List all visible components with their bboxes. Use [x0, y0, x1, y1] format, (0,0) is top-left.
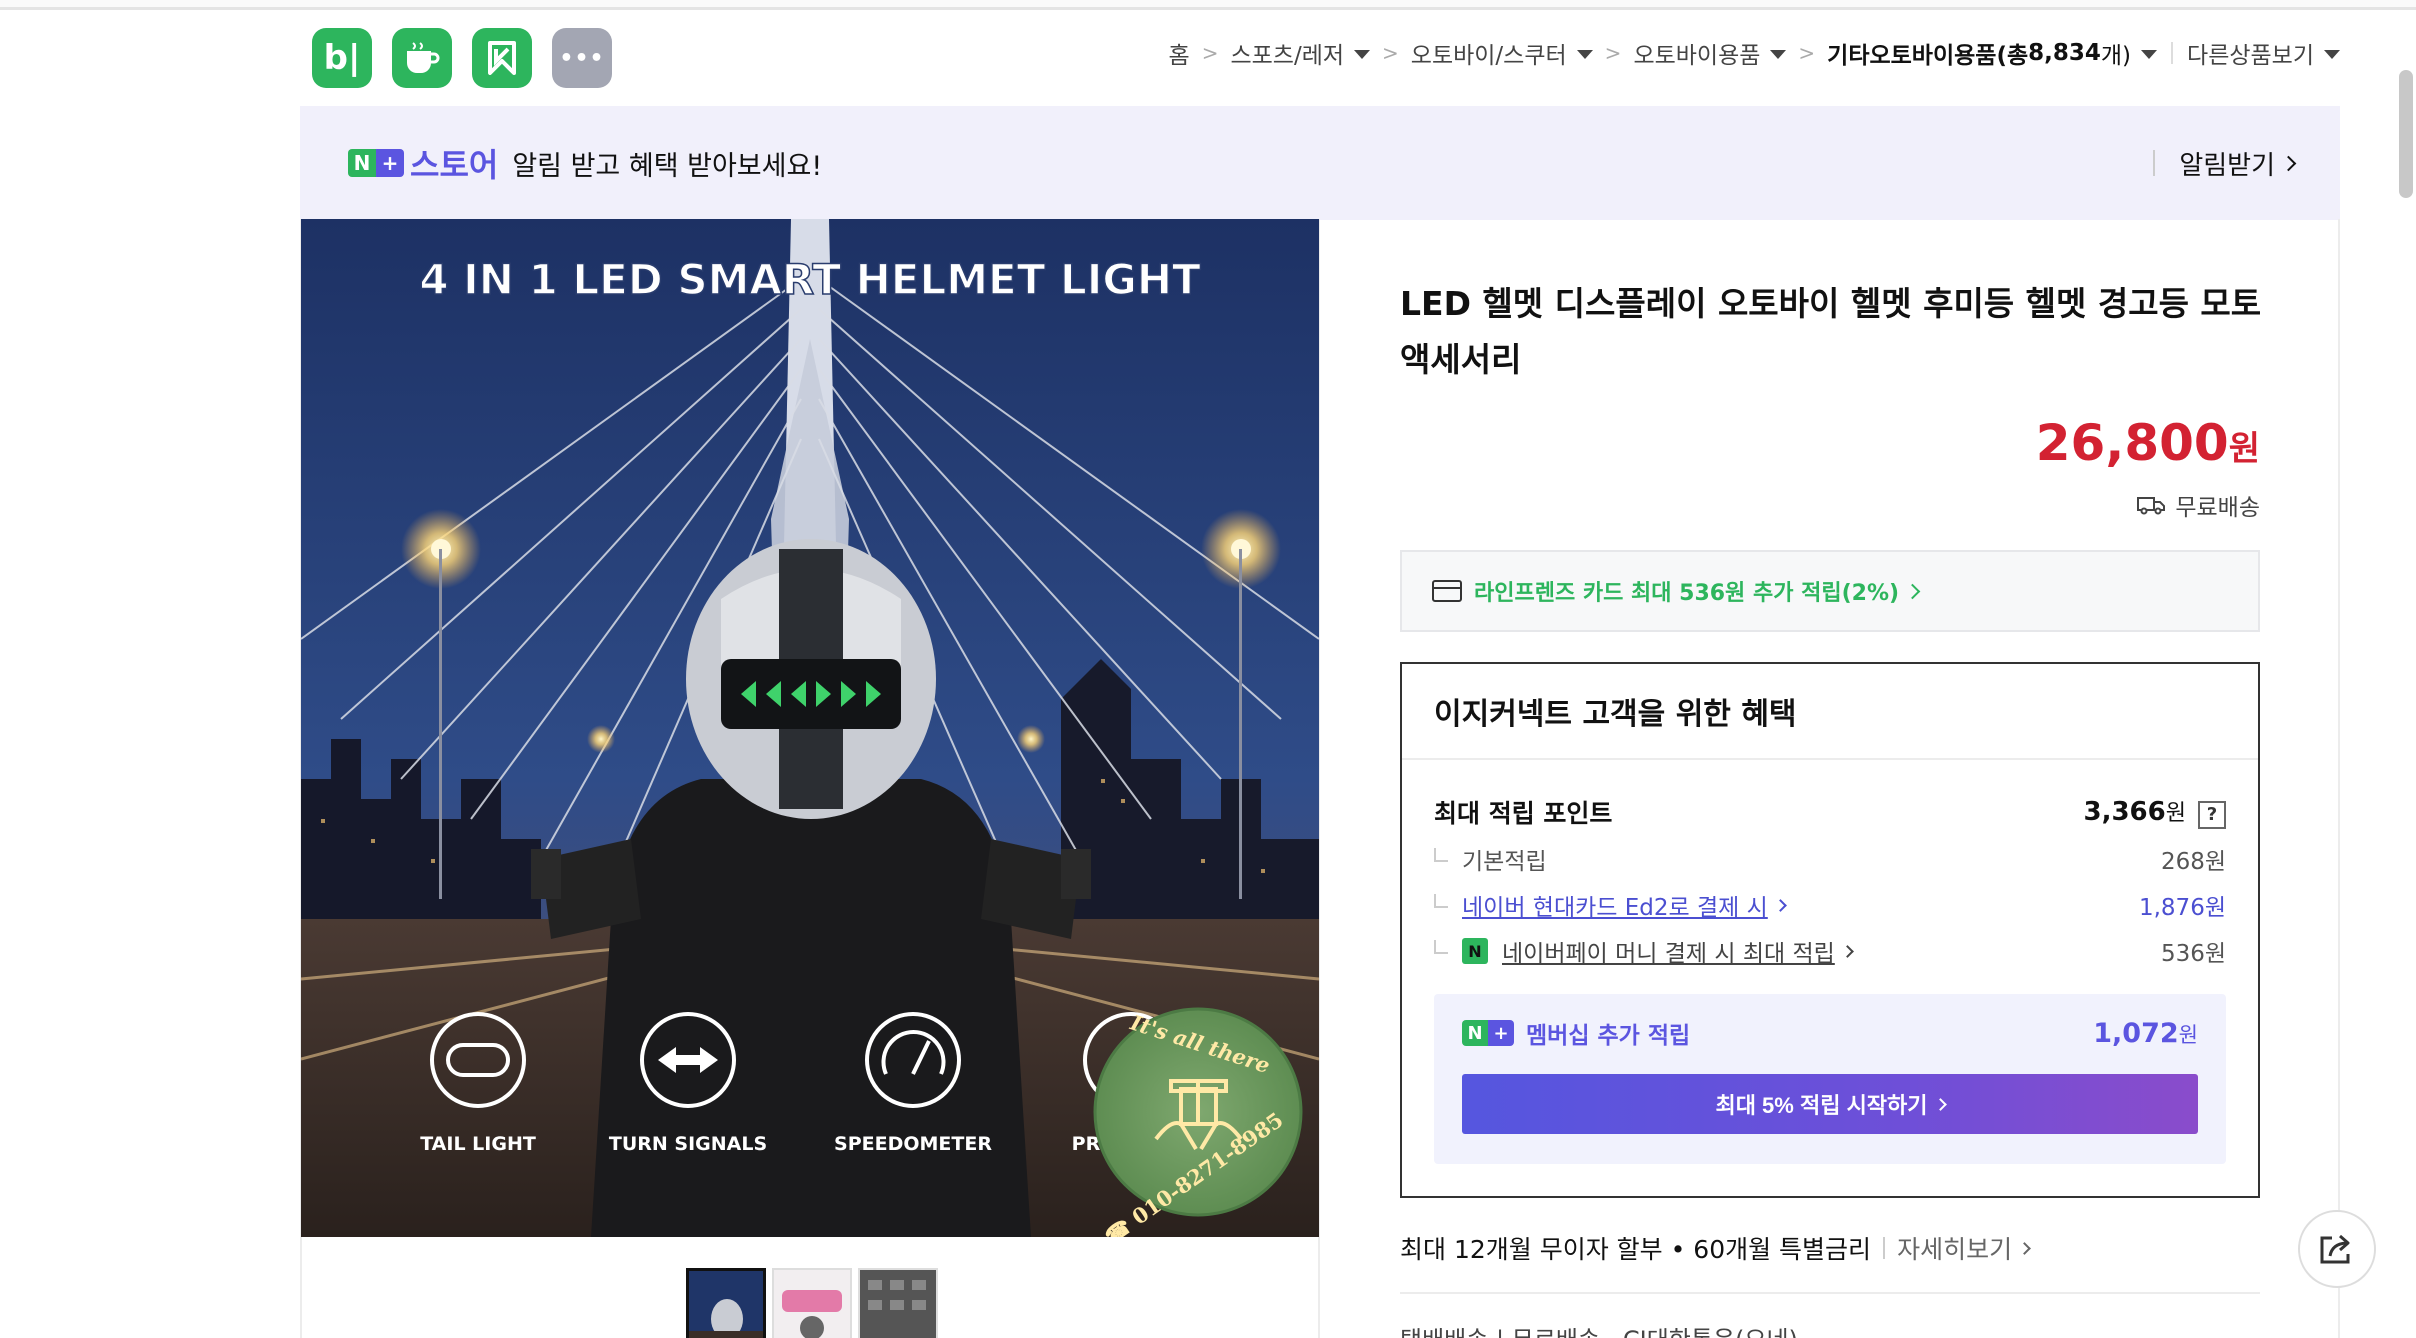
blog-icon[interactable]: b|	[312, 28, 372, 88]
more-apps-icon[interactable]: •••	[552, 28, 612, 88]
hyundai-card-link[interactable]: 네이버 현대카드 Ed2로 결제 시	[1462, 888, 1787, 922]
feature-turn-signals: TURN SIGNALS	[609, 1133, 767, 1155]
other-products-dropdown[interactable]: 다른상품보기	[2187, 36, 2340, 70]
product-price: 26,800원	[2035, 414, 2260, 472]
share-button[interactable]	[2298, 1210, 2376, 1288]
breadcrumb-current-category[interactable]: 기타오토바이용품(총 8,834 개)	[1827, 36, 2158, 70]
cafe-icon[interactable]	[392, 28, 452, 88]
divider	[1400, 1292, 2260, 1294]
basic-points-row: 기본적립 268원	[1434, 842, 2226, 876]
alert-message: 알림 받고 혜택 받아보세요!	[512, 150, 823, 182]
help-icon[interactable]: ?	[2198, 800, 2226, 829]
scrollbar-thumb[interactable]	[2399, 70, 2413, 198]
divider	[1883, 1237, 1886, 1259]
kin-icon[interactable]	[472, 28, 532, 88]
tree-elbow	[1434, 940, 1448, 954]
card-points-row: 네이버 현대카드 Ed2로 결제 시 1,876원	[1434, 888, 2226, 922]
credit-card-icon	[1432, 580, 1462, 602]
chevron-down-icon	[2141, 49, 2158, 59]
npay-points-row: N 네이버페이 머니 결제 시 최대 적립 536원	[1434, 934, 2226, 968]
naver-service-shortcuts: b| •••	[312, 28, 612, 88]
feature-speedometer: SPEEDOMETER	[834, 1133, 992, 1155]
chevron-right-icon	[2018, 1241, 2031, 1255]
breadcrumb-motorcycle-goods[interactable]: 오토바이용품	[1633, 36, 1787, 70]
chevron-right-icon	[1933, 1097, 1947, 1111]
free-shipping-label: 무료배송	[2137, 488, 2260, 522]
breadcrumb-divider	[2171, 42, 2174, 64]
truck-icon	[2137, 497, 2166, 515]
shipping-info: 택배배송 | 무료배송 · CJ대한통운(오네)	[1400, 1320, 1798, 1338]
chevron-right-icon	[1840, 944, 1854, 958]
breadcrumb-separator: >	[1604, 41, 1622, 65]
chevron-down-icon	[1354, 49, 1371, 59]
chevron-right-icon	[1773, 898, 1787, 912]
breadcrumb-separator: >	[1201, 41, 1219, 65]
product-title: LED 헬멧 디스플레이 오토바이 헬멧 후미등 헬멧 경고등 모토 액세서리	[1400, 284, 2262, 379]
card-promo-banner[interactable]: 라인프렌즈 카드 최대 536원 추가 적립(2%)	[1400, 550, 2260, 632]
easyconnect-benefits-box: 이지커넥트 고객을 위한 혜택 최대 적립 포인트 3,366원? 기본적립 2…	[1400, 662, 2260, 1198]
chevron-right-icon	[2280, 155, 2297, 171]
chevron-down-icon	[2324, 49, 2340, 59]
feature-tail-light: TAIL LIGHT	[420, 1133, 536, 1155]
divider	[2153, 150, 2156, 176]
store-alert-banner: N + 스토어 알림 받고 혜택 받아보세요! 알림받기	[300, 106, 2340, 220]
tree-elbow	[1434, 848, 1448, 862]
breadcrumb-separator: >	[1798, 41, 1816, 65]
category-breadcrumb: 홈 > 스포츠/레저 > 오토바이/스쿠터 > 오토바이용품 > 기타오토바이용…	[1169, 36, 2340, 70]
thumbnail-2[interactable]	[772, 1268, 852, 1338]
installment-info: 최대 12개월 무이자 할부 • 60개월 특별금리 자세히보기	[1400, 1230, 2031, 1266]
breadcrumb-motorcycle-scooter[interactable]: 오토바이/스쿠터	[1411, 36, 1593, 70]
chevron-down-icon	[1576, 49, 1593, 59]
max-points-row: 최대 적립 포인트 3,366원?	[1434, 794, 2226, 830]
chevron-down-icon	[1770, 49, 1787, 59]
tree-elbow	[1434, 894, 1448, 908]
share-icon	[2320, 1234, 2350, 1264]
chevron-right-icon	[1904, 583, 1921, 599]
benefits-title: 이지커넥트 고객을 위한 혜택	[1402, 664, 2258, 760]
image-thumbnails	[686, 1268, 938, 1338]
membership-box: N + 멤버십 추가 적립 1,072원 최대 5% 적립 시작하기	[1434, 994, 2226, 1164]
breadcrumb-home[interactable]: 홈	[1169, 36, 1190, 70]
start-membership-button[interactable]: 최대 5% 적립 시작하기	[1462, 1074, 2198, 1134]
image-headline: 4 IN 1 LED SMART HELMET LIGHT	[419, 255, 1201, 304]
naver-plus-store-logo: N + 스토어	[348, 140, 498, 186]
breadcrumb-separator: >	[1382, 41, 1399, 65]
thumbnail-3[interactable]	[858, 1268, 938, 1338]
page-scrollbar[interactable]	[2394, 10, 2416, 1338]
naver-plus-icon: N	[1462, 1020, 1488, 1046]
subscribe-alert-button[interactable]: 알림받기	[2153, 145, 2297, 182]
npay-money-link[interactable]: 네이버페이 머니 결제 시 최대 적립	[1502, 934, 1854, 968]
installment-details-link[interactable]: 자세히보기	[1897, 1230, 2031, 1266]
breadcrumb-sports-leisure[interactable]: 스포츠/레저	[1230, 36, 1371, 70]
window-top-edge	[0, 0, 2416, 10]
naver-pay-icon: N	[1462, 938, 1488, 964]
product-main-image[interactable]: TAIL LIGHT TURN SIGNALS SPEEDOMETER PROC…	[301, 219, 1319, 1237]
thumbnail-1[interactable]	[686, 1268, 766, 1338]
